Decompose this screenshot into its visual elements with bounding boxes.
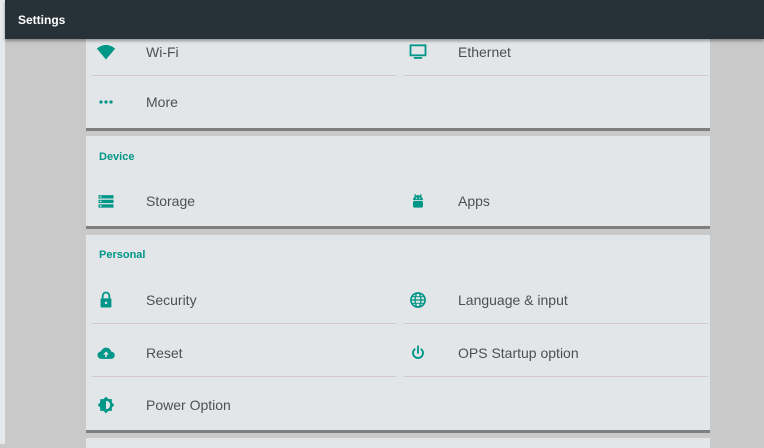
settings-item-reset[interactable]: Reset — [86, 329, 396, 377]
settings-item-label: Wi-Fi — [146, 44, 179, 60]
settings-item-security[interactable]: Security — [86, 276, 396, 324]
settings-item-storage[interactable]: Storage — [86, 177, 396, 225]
storage-icon — [96, 191, 116, 211]
personal-card: Personal Security Language & input Reset… — [86, 235, 710, 433]
settings-item-label: Apps — [458, 193, 490, 209]
section-header-personal: Personal — [99, 249, 146, 261]
brightness-icon — [96, 395, 116, 415]
settings-item-label: Ethernet — [458, 44, 511, 60]
settings-item-label: Security — [146, 292, 197, 308]
settings-item-label: Reset — [146, 345, 183, 361]
settings-item-apps[interactable]: Apps — [398, 177, 708, 225]
globe-icon — [408, 290, 428, 310]
left-edge-strip — [0, 0, 5, 444]
monitor-icon — [408, 42, 428, 62]
wifi-icon — [96, 42, 116, 62]
app-bar: Settings — [5, 0, 764, 39]
app-title: Settings — [18, 13, 66, 27]
device-card: Device Storage Apps — [86, 136, 710, 229]
more-dots-icon — [96, 92, 116, 112]
section-header-device: Device — [99, 151, 135, 163]
cloud-upload-icon — [96, 343, 116, 363]
settings-item-label: Language & input — [458, 292, 568, 308]
settings-item-label: OPS Startup option — [458, 345, 579, 361]
settings-item-label: Storage — [146, 193, 196, 209]
power-icon — [408, 343, 428, 363]
lock-icon — [96, 290, 116, 310]
settings-item-more[interactable]: More — [86, 78, 396, 126]
settings-item-label: More — [146, 94, 178, 110]
android-icon — [408, 191, 428, 211]
settings-item-label: Power Option — [146, 397, 231, 413]
settings-item-language-input[interactable]: Language & input — [398, 276, 708, 324]
settings-item-power-option[interactable]: Power Option — [86, 381, 396, 429]
next-card-partial — [86, 438, 710, 448]
settings-item-ops-startup[interactable]: OPS Startup option — [398, 329, 708, 377]
